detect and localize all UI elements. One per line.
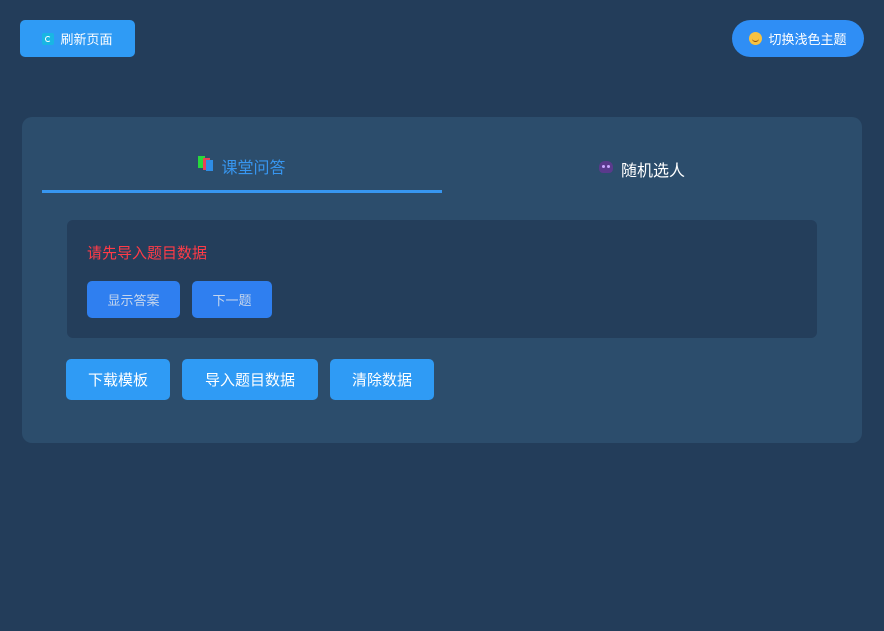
- question-message: 请先导入题目数据: [87, 244, 208, 262]
- tab-classroom-qa-label: 课堂问答: [221, 158, 286, 177]
- next-question-button[interactable]: 下一题: [192, 281, 272, 318]
- toggle-theme-button[interactable]: 切换浅色主题: [732, 20, 864, 57]
- download-template-button[interactable]: 下载模板: [66, 359, 170, 400]
- alien-icon: [598, 161, 613, 173]
- smile-icon: [749, 32, 763, 45]
- tab-random-pick[interactable]: 随机选人: [442, 143, 842, 191]
- toggle-theme-label: 切换浅色主题: [768, 33, 847, 48]
- import-questions-button[interactable]: 导入题目数据: [182, 359, 318, 400]
- books-icon: [198, 156, 214, 171]
- refresh-page-button[interactable]: 刷新页面: [20, 20, 135, 57]
- clear-data-button[interactable]: 清除数据: [330, 359, 434, 400]
- refresh-icon: [42, 32, 55, 45]
- show-answer-button[interactable]: 显示答案: [87, 281, 180, 318]
- main-card: 课堂问答 随机选人 请先导入题目数据 显示答案 下一题 下载模板 导入题目数据 …: [22, 117, 862, 443]
- tab-random-pick-label: 随机选人: [620, 161, 685, 180]
- question-panel: 请先导入题目数据 显示答案 下一题: [67, 220, 817, 338]
- tab-classroom-qa[interactable]: 课堂问答: [42, 143, 442, 193]
- refresh-page-label: 刷新页面: [60, 33, 113, 48]
